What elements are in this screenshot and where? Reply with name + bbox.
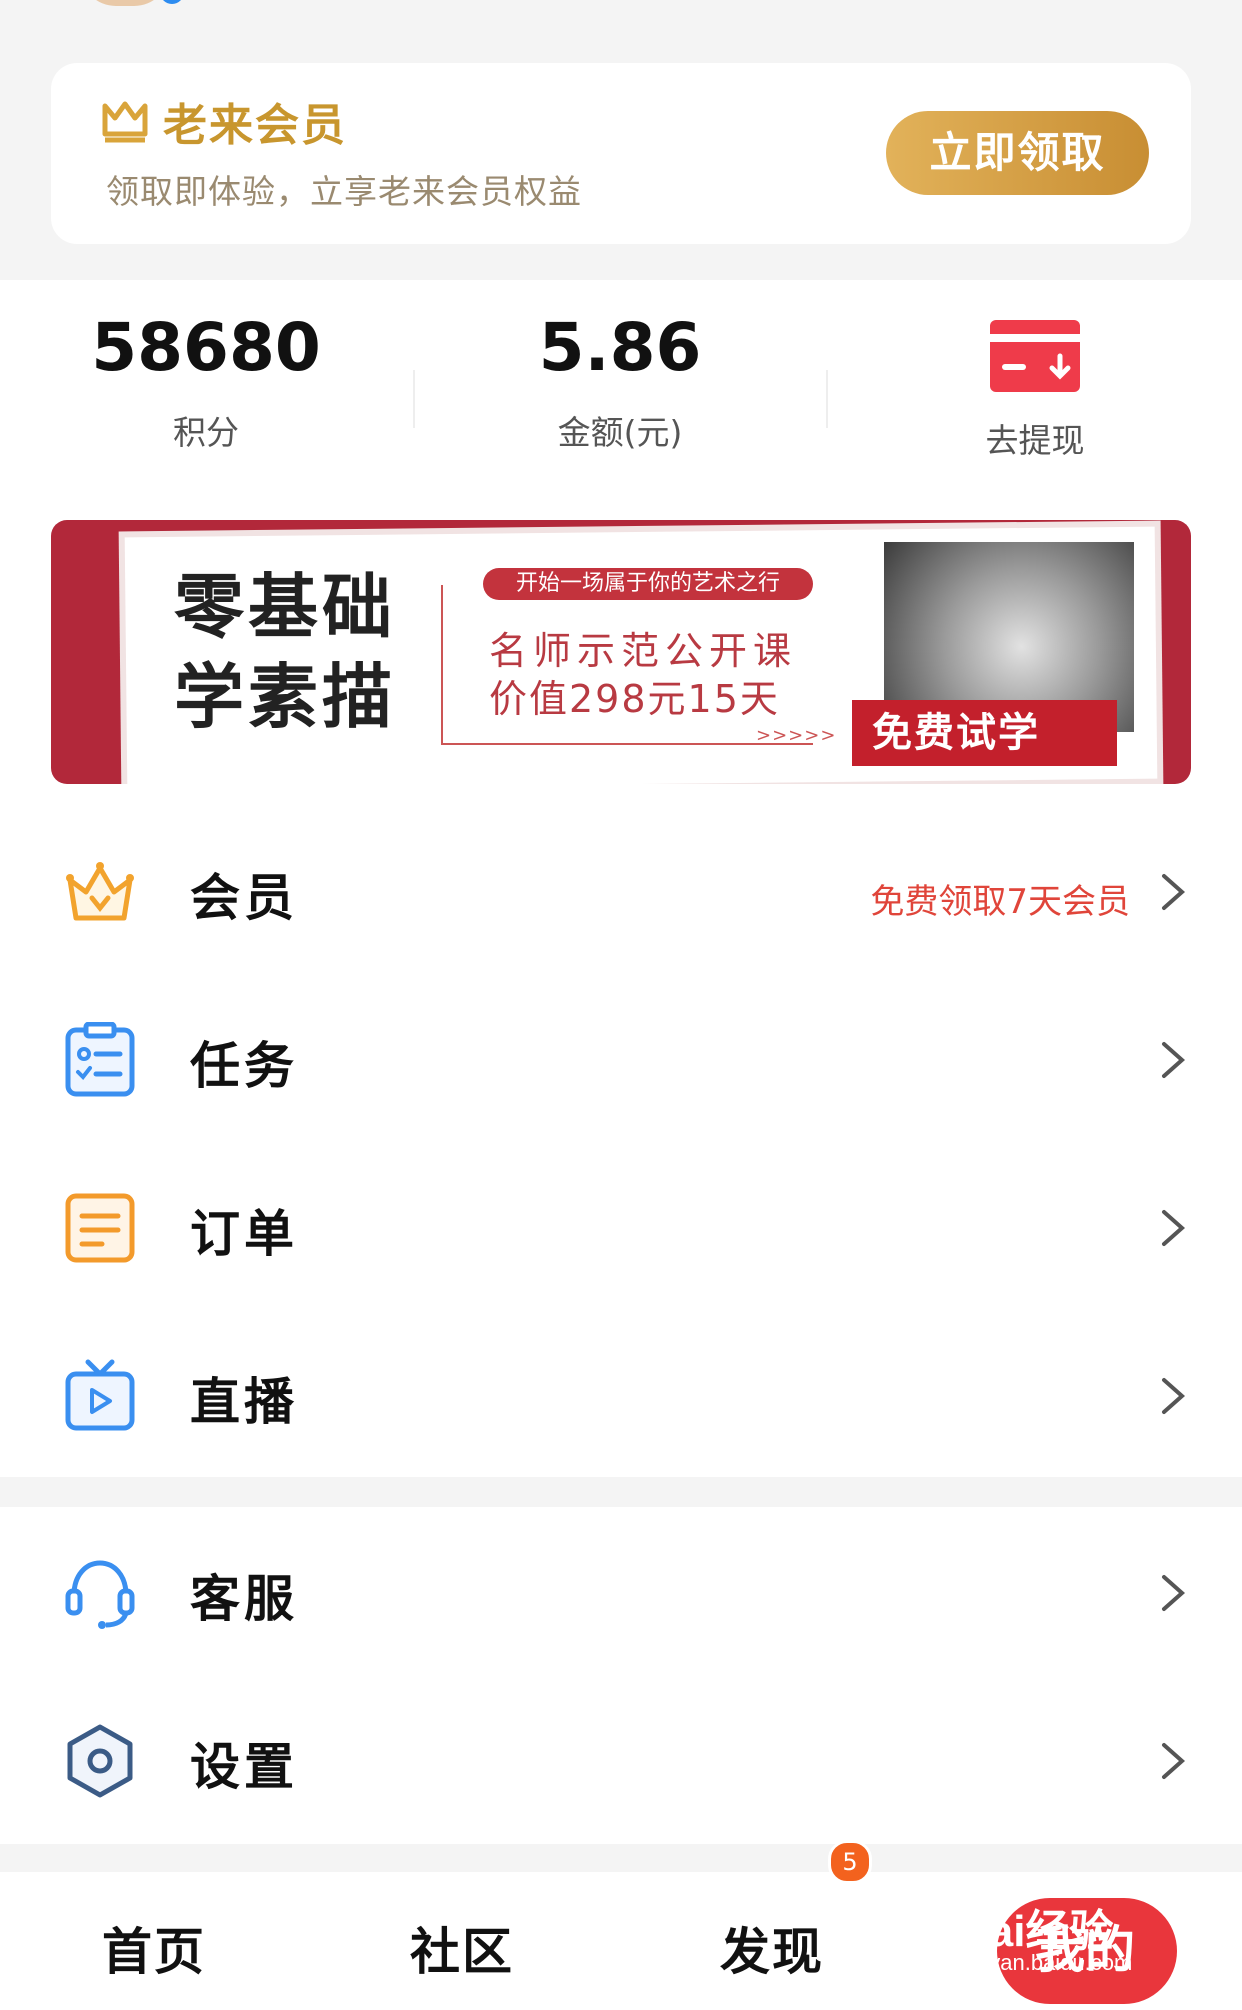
amount-value: 5.86 xyxy=(538,309,702,386)
vip-subtitle: 领取即体验，立享老来会员权益 xyxy=(106,172,582,211)
tab-home[interactable]: 首页 xyxy=(102,1912,206,1984)
points-label: 积分 xyxy=(173,413,239,452)
menu-item-settings[interactable]: 设置 xyxy=(0,1675,1242,1843)
menu-label: 设置 xyxy=(190,1738,298,1796)
section-gap xyxy=(0,1844,1242,1872)
points-value: 58680 xyxy=(91,309,321,386)
chevron-right-icon xyxy=(1162,1042,1186,1078)
banner-arrows: >>>>> xyxy=(756,725,837,746)
points-stat[interactable]: 58680 积分 xyxy=(56,308,356,454)
claim-vip-button[interactable]: 立即领取 xyxy=(886,111,1149,195)
withdraw-card-icon[interactable] xyxy=(990,320,1080,392)
banner-line2: 价值298元15天 xyxy=(489,677,780,721)
free-vip-hint: 免费领取7天会员 xyxy=(870,882,1130,922)
chevron-right-icon xyxy=(1162,1743,1186,1779)
live-tv-icon xyxy=(65,1359,135,1431)
menu-item-orders[interactable]: 订单 xyxy=(0,1142,1242,1310)
task-clipboard-icon xyxy=(65,1022,135,1097)
chevron-right-icon xyxy=(1162,1210,1186,1246)
notification-badge: 5 xyxy=(828,1840,872,1884)
chevron-right-icon xyxy=(1162,1378,1186,1414)
tab-discover[interactable]: 发现 xyxy=(720,1912,824,1984)
menu-label: 客服 xyxy=(190,1570,298,1628)
watermark-url: jingyan.baidu.com xyxy=(955,1950,1133,1975)
amount-stat[interactable]: 5.86 金额(元) xyxy=(470,308,770,454)
banner-line1: 名师示范公开课 xyxy=(489,629,798,673)
tab-community[interactable]: 社区 xyxy=(410,1912,514,1984)
amount-label: 金额(元) xyxy=(557,413,683,452)
free-trial-button[interactable]: 免费试学 xyxy=(852,700,1117,766)
menu-item-support[interactable]: 客服 xyxy=(0,1507,1242,1675)
avatar[interactable] xyxy=(80,0,170,6)
verified-badge-icon xyxy=(160,0,184,4)
menu-label: 直播 xyxy=(190,1373,298,1431)
menu-label: 订单 xyxy=(190,1205,298,1263)
stat-divider xyxy=(826,370,828,428)
settings-hexagon-icon xyxy=(67,1724,133,1798)
vip-crown-icon xyxy=(102,101,148,143)
menu-item-vip[interactable]: 会员 免费领取7天会员 xyxy=(0,806,1242,974)
section-gap xyxy=(0,1477,1242,1507)
menu-label: 会员 xyxy=(190,869,298,927)
chevron-right-icon xyxy=(1162,1575,1186,1611)
withdraw-label[interactable]: 去提现 xyxy=(940,414,1130,462)
banner-title: 零基础 学素描 xyxy=(174,565,396,738)
banner-tag: 开始一场属于你的艺术之行 xyxy=(483,568,813,600)
menu-item-live[interactable]: 直播 xyxy=(0,1310,1242,1478)
vip-title: 老来会员 xyxy=(163,100,347,151)
headset-icon xyxy=(65,1560,135,1629)
menu-item-tasks[interactable]: 任务 xyxy=(0,974,1242,1142)
vip-card[interactable]: 老来会员 领取即体验，立享老来会员权益 立即领取 xyxy=(51,63,1191,244)
promo-banner[interactable]: 零基础 学素描 开始一场属于你的艺术之行 名师示范公开课 价值298元15天 >… xyxy=(51,520,1191,784)
stat-divider xyxy=(413,370,415,428)
menu-label: 任务 xyxy=(190,1037,298,1095)
order-list-icon xyxy=(65,1193,135,1263)
crown-icon xyxy=(66,862,134,921)
chevron-right-icon xyxy=(1162,874,1186,910)
